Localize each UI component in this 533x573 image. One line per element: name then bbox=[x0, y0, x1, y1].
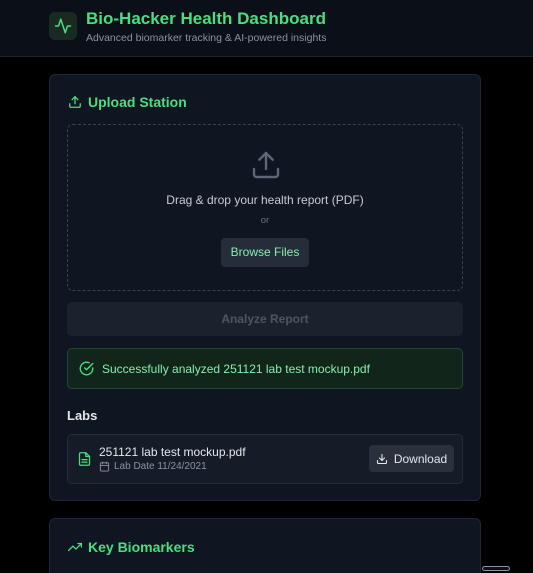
lab-file-name: 251121 lab test mockup.pdf bbox=[99, 445, 246, 459]
lab-date-row: Lab Date 11/24/2021 bbox=[99, 461, 207, 472]
dropzone-or: or bbox=[260, 215, 270, 226]
trending-up-icon bbox=[68, 542, 82, 552]
check-circle-icon bbox=[79, 361, 94, 376]
browse-files-button[interactable]: Browse Files bbox=[221, 238, 309, 267]
download-button[interactable]: Download bbox=[369, 445, 454, 472]
analyze-report-button[interactable]: Analyze Report bbox=[67, 302, 463, 336]
app-logo bbox=[49, 12, 77, 40]
download-icon bbox=[376, 453, 387, 464]
file-text-icon bbox=[78, 452, 91, 466]
success-alert: Successfully analyzed 251121 lab test mo… bbox=[67, 348, 463, 389]
upload-icon bbox=[252, 151, 280, 179]
scroll-indicator[interactable] bbox=[482, 566, 510, 571]
upload-station-card: Upload Station Drag & drop your health r… bbox=[49, 74, 481, 501]
download-label: Download bbox=[393, 451, 448, 466]
lab-item: 251121 lab test mockup.pdf Lab Date 11/2… bbox=[67, 434, 463, 484]
key-biomarkers-title: Key Biomarkers bbox=[68, 539, 195, 555]
app-title: Bio-Hacker Health Dashboard bbox=[86, 9, 326, 28]
labs-heading: Labs bbox=[67, 408, 98, 423]
key-biomarkers-title-text: Key Biomarkers bbox=[88, 539, 195, 555]
key-biomarkers-card: Key Biomarkers bbox=[49, 518, 481, 573]
activity-icon bbox=[54, 18, 72, 34]
calendar-icon bbox=[99, 461, 110, 472]
file-dropzone[interactable]: Drag & drop your health report (PDF) or … bbox=[67, 124, 463, 291]
app-header: Bio-Hacker Health Dashboard Advanced bio… bbox=[0, 0, 533, 57]
upload-station-title-text: Upload Station bbox=[88, 94, 187, 110]
upload-station-title: Upload Station bbox=[68, 94, 187, 110]
success-message: Successfully analyzed 251121 lab test mo… bbox=[102, 362, 370, 376]
dropzone-text: Drag & drop your health report (PDF) bbox=[166, 193, 364, 207]
app-subtitle: Advanced biomarker tracking & AI-powered… bbox=[86, 32, 327, 44]
lab-date: Lab Date 11/24/2021 bbox=[114, 461, 207, 472]
upload-icon bbox=[69, 96, 81, 108]
